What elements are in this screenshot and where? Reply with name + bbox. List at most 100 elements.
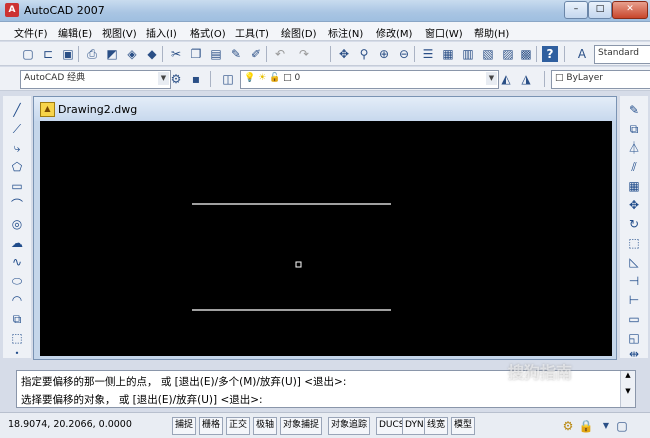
block-editor-icon[interactable]: ✐ xyxy=(248,46,264,62)
pan-icon[interactable]: ✥ xyxy=(336,46,352,62)
layer-previous-icon[interactable]: ◮ xyxy=(518,71,534,87)
autocad-app-icon[interactable]: A xyxy=(5,3,19,17)
lineweight-toggle[interactable]: 线宽 xyxy=(424,417,449,435)
circle-icon[interactable]: ◎ xyxy=(9,216,25,232)
menu-edit[interactable]: 编辑(E) xyxy=(58,25,92,40)
workspace-save-icon[interactable]: ▪ xyxy=(188,71,204,87)
spline-icon[interactable]: ∿ xyxy=(9,254,25,270)
arc-icon[interactable]: ⌒ xyxy=(9,197,25,213)
extend-icon[interactable]: ⊢ xyxy=(626,292,642,308)
polyline-icon[interactable]: ⤷ xyxy=(9,140,25,156)
maximize-button[interactable]: □ xyxy=(588,1,612,19)
menu-insert[interactable]: 插入(I) xyxy=(146,25,177,40)
menu-modify[interactable]: 修改(M) xyxy=(376,25,412,40)
lock-icon[interactable]: 🔒 xyxy=(578,418,594,434)
text-style-select[interactable]: Standard xyxy=(594,45,650,64)
zoom-previous-icon[interactable]: ⊖ xyxy=(396,46,412,62)
drawing-canvas[interactable] xyxy=(40,121,612,356)
erase-icon[interactable]: ✎ xyxy=(626,102,642,118)
revision-cloud-icon[interactable]: ☁ xyxy=(9,235,25,251)
zoom-window-icon[interactable]: ⊕ xyxy=(376,46,392,62)
clean-screen-icon[interactable]: ▢ xyxy=(614,418,630,434)
save-icon[interactable]: ▣ xyxy=(60,46,76,62)
grid-toggle[interactable]: 栅格 xyxy=(199,417,224,435)
menu-format[interactable]: 格式(O) xyxy=(190,25,226,40)
break-icon[interactable]: ▭ xyxy=(626,311,642,327)
paste-icon[interactable]: ▤ xyxy=(208,46,224,62)
stretch-icon[interactable]: ◺ xyxy=(626,254,642,270)
polar-toggle[interactable]: 极轴 xyxy=(253,417,278,435)
minimize-button[interactable]: – xyxy=(564,1,588,19)
construction-line-icon[interactable]: ⟋ xyxy=(9,121,25,137)
menu-help[interactable]: 帮助(H) xyxy=(474,25,509,40)
osnap-toggle[interactable]: 对象捕捉 xyxy=(280,417,323,435)
undo-icon[interactable]: ↶ xyxy=(272,46,288,62)
layer-select[interactable]: 💡 ☀ 🔓 □ 0 ▼ xyxy=(240,70,499,89)
document-tab[interactable]: ▲ Drawing2.dwg xyxy=(34,97,616,121)
menu-tools[interactable]: 工具(T) xyxy=(235,25,269,40)
print-icon[interactable]: ⎙ xyxy=(84,46,100,62)
match-properties-icon[interactable]: ✎ xyxy=(228,46,244,62)
workspace-select[interactable]: AutoCAD 经典 ▼ xyxy=(20,70,171,89)
linetype-label: ByLayer xyxy=(566,73,603,83)
explode-icon[interactable]: ⇹ xyxy=(626,346,642,362)
make-block-icon[interactable]: ⬚ xyxy=(9,330,25,346)
point-icon[interactable]: • xyxy=(9,346,25,362)
open-file-icon[interactable]: ⊏ xyxy=(40,46,56,62)
layer-manager-icon[interactable]: ◫ xyxy=(220,71,236,87)
make-layer-current-icon[interactable]: ◭ xyxy=(498,71,514,87)
title-bar: A AutoCAD 2007 – □ ✕ xyxy=(0,0,650,22)
offset-icon[interactable]: ⫽ xyxy=(626,159,642,175)
design-center-icon[interactable]: ▦ xyxy=(440,46,456,62)
plot-3d-icon[interactable]: ◆ xyxy=(144,46,160,62)
markup-icon[interactable]: ▨ xyxy=(500,46,516,62)
chevron-down-icon[interactable]: ▼ xyxy=(598,418,614,434)
preview-icon[interactable]: ◩ xyxy=(104,46,120,62)
otrack-toggle[interactable]: 对象追踪 xyxy=(328,417,371,435)
copy-icon[interactable]: ❐ xyxy=(188,46,204,62)
cut-icon[interactable]: ✂ xyxy=(168,46,184,62)
color-select[interactable]: □ ByLayer xyxy=(551,70,650,89)
menu-window[interactable]: 窗口(W) xyxy=(425,25,463,40)
calculator-icon[interactable]: ▩ xyxy=(518,46,534,62)
line-icon[interactable]: ╱ xyxy=(9,102,25,118)
command-scrollbar[interactable]: ▲ ▼ xyxy=(620,371,635,407)
command-prompt-line[interactable]: 选择要偏移的对象， 或 [退出(E)/放弃(U)] <退出>: xyxy=(21,392,263,407)
mirror-icon[interactable]: ⏃ xyxy=(626,140,642,156)
close-button[interactable]: ✕ xyxy=(612,1,648,19)
tray-settings-icon[interactable]: ⚙ xyxy=(560,418,576,434)
status-bar: 18.9074, 20.2066, 0.0000 捕捉 栅格 正交 极轴 对象捕… xyxy=(0,412,650,438)
properties-icon[interactable]: ☰ xyxy=(420,46,436,62)
trim-icon[interactable]: ⊣ xyxy=(626,273,642,289)
sheet-set-icon[interactable]: ▧ xyxy=(480,46,496,62)
array-icon[interactable]: ▦ xyxy=(626,178,642,194)
zoom-realtime-icon[interactable]: ⚲ xyxy=(356,46,372,62)
publish-icon[interactable]: ◈ xyxy=(124,46,140,62)
menu-file[interactable]: 文件(F) xyxy=(14,25,48,40)
menu-view[interactable]: 视图(V) xyxy=(102,25,137,40)
command-history-line: 指定要偏移的那一侧上的点， 或 [退出(E)/多个(M)/放弃(U)] <退出>… xyxy=(21,376,347,388)
rotate-icon[interactable]: ↻ xyxy=(626,216,642,232)
new-file-icon[interactable]: ▢ xyxy=(20,46,36,62)
move-icon[interactable]: ✥ xyxy=(626,197,642,213)
polygon-icon[interactable]: ⬠ xyxy=(9,159,25,175)
redo-icon[interactable]: ↷ xyxy=(296,46,312,62)
rectangle-icon[interactable]: ▭ xyxy=(9,178,25,194)
tool-palettes-icon[interactable]: ▥ xyxy=(460,46,476,62)
chamfer-icon[interactable]: ◱ xyxy=(626,330,642,346)
dyn-toggle[interactable]: DYN xyxy=(402,417,427,435)
text-style-icon[interactable]: A xyxy=(574,46,590,62)
model-toggle[interactable]: 模型 xyxy=(451,417,476,435)
menu-dimension[interactable]: 标注(N) xyxy=(328,25,363,40)
copy-object-icon[interactable]: ⧉ xyxy=(626,121,642,137)
menu-draw[interactable]: 绘图(D) xyxy=(281,25,317,40)
ellipse-icon[interactable]: ⬭ xyxy=(9,273,25,289)
ellipse-arc-icon[interactable]: ◠ xyxy=(9,292,25,308)
help-icon[interactable]: ? xyxy=(542,46,558,62)
workspace-settings-icon[interactable]: ⚙ xyxy=(168,71,184,87)
coordinate-readout[interactable]: 18.9074, 20.2066, 0.0000 xyxy=(8,419,132,430)
scale-icon[interactable]: ⬚ xyxy=(626,235,642,251)
insert-block-icon[interactable]: ⧉ xyxy=(9,311,25,327)
snap-toggle[interactable]: 捕捉 xyxy=(172,417,197,435)
ortho-toggle[interactable]: 正交 xyxy=(226,417,251,435)
